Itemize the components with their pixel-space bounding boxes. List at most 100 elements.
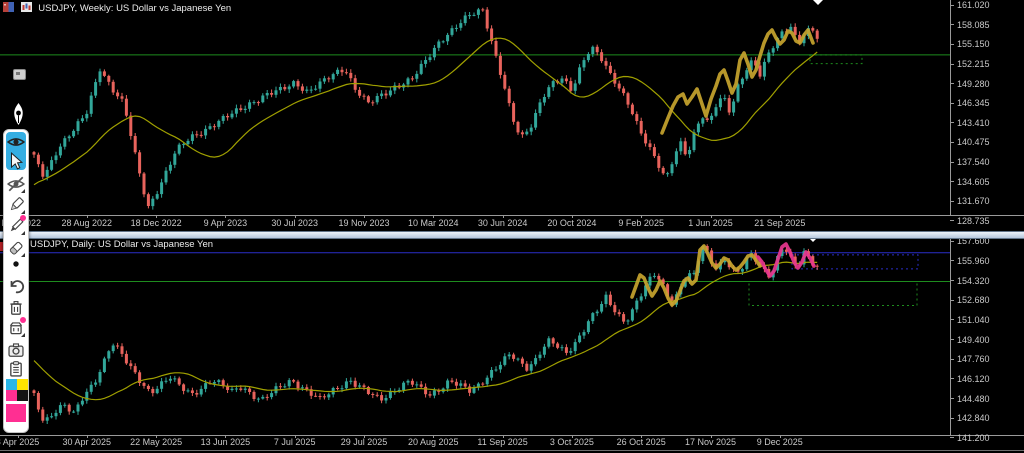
date-axis-label: 9 Apr 2023 bbox=[204, 218, 248, 228]
candlestick-series bbox=[33, 244, 819, 424]
price-axis-tick bbox=[950, 162, 954, 163]
selected-color-swatch[interactable] bbox=[6, 404, 26, 422]
color-swatch-black[interactable] bbox=[17, 390, 28, 401]
weekly-bottom-border bbox=[0, 215, 1024, 216]
date-axis-label: 22 May 2025 bbox=[130, 437, 182, 447]
price-axis-label: 147.760 bbox=[957, 354, 990, 364]
candlestick-icon bbox=[21, 2, 32, 15]
price-axis-tick bbox=[950, 437, 954, 438]
daily-axis-border bbox=[950, 237, 951, 435]
pen-annotation bbox=[632, 246, 760, 305]
price-axis-tick bbox=[950, 220, 954, 221]
price-axis-tick bbox=[950, 241, 954, 242]
price-axis-label: 149.400 bbox=[957, 335, 990, 345]
color-swatch-yellow[interactable] bbox=[17, 379, 28, 390]
daily-chart-canvas[interactable] bbox=[0, 237, 950, 435]
date-axis-label: 13 Jun 2025 bbox=[201, 437, 251, 447]
price-axis-tick bbox=[950, 24, 954, 25]
price-axis-tick bbox=[950, 260, 954, 261]
date-axis-label: 9 Dec 2025 bbox=[757, 437, 803, 447]
clear-color-dot bbox=[20, 317, 26, 323]
collapse-handle-icon[interactable] bbox=[13, 69, 26, 80]
date-axis-label: 1 Jun 2025 bbox=[688, 218, 733, 228]
price-axis-label: 134.605 bbox=[957, 177, 990, 187]
price-axis-tick bbox=[950, 5, 954, 6]
moving-average-line bbox=[34, 262, 817, 400]
price-axis-tick bbox=[950, 359, 954, 360]
price-axis-label: 146.120 bbox=[957, 374, 990, 384]
price-axis-label: 155.150 bbox=[957, 39, 990, 49]
date-axis-label: 20 Oct 2024 bbox=[547, 218, 596, 228]
price-axis-label: 146.345 bbox=[957, 98, 990, 108]
price-axis-label: 151.040 bbox=[957, 315, 990, 325]
eraser-tool-button[interactable] bbox=[7, 239, 25, 257]
submenu-indicator bbox=[21, 231, 25, 235]
date-axis-label: 19 Nov 2023 bbox=[338, 218, 389, 228]
eye-icon bbox=[7, 133, 25, 151]
price-axis-label: 149.280 bbox=[957, 79, 990, 89]
candlestick-series bbox=[33, 7, 819, 210]
price-axis-label: 152.680 bbox=[957, 295, 990, 305]
stroke-size-button[interactable] bbox=[7, 258, 25, 270]
pen-tool-button[interactable] bbox=[7, 217, 25, 235]
price-axis-tick bbox=[950, 319, 954, 320]
show-hide-button[interactable] bbox=[7, 133, 25, 151]
pen-color-dot bbox=[20, 215, 26, 221]
price-axis-label: 155.960 bbox=[957, 256, 990, 266]
date-axis-label: 30 Jul 2023 bbox=[271, 218, 318, 228]
highlighter-tool-button[interactable] bbox=[7, 196, 25, 214]
price-axis-label: 154.320 bbox=[957, 276, 990, 286]
submenu-indicator bbox=[21, 189, 25, 193]
cursor-tool-button[interactable] bbox=[7, 152, 25, 170]
submenu-indicator bbox=[21, 333, 25, 337]
price-axis-tick bbox=[950, 201, 954, 202]
annotation-toolbar bbox=[3, 129, 29, 433]
date-axis-label: 20 Aug 2025 bbox=[408, 437, 459, 447]
price-axis-label: 143.410 bbox=[957, 118, 990, 128]
date-axis-label: 28 Aug 2022 bbox=[62, 218, 113, 228]
price-axis-tick bbox=[950, 378, 954, 379]
trading-terminal: USDJPY, Weekly: US Dollar vs Japanese Ye… bbox=[0, 0, 1024, 453]
dashed-zone-box bbox=[810, 55, 862, 64]
pen-nib-launcher-icon[interactable] bbox=[10, 103, 27, 131]
window-bottom-edge bbox=[0, 450, 1024, 451]
date-axis-label: 30 Apr 2025 bbox=[63, 437, 112, 447]
date-axis-label: 3 Oct 2025 bbox=[550, 437, 594, 447]
clipboard-icon bbox=[7, 360, 25, 378]
price-axis-tick bbox=[950, 103, 954, 104]
weekly-axis-border bbox=[950, 0, 951, 215]
undo-button[interactable] bbox=[7, 277, 25, 295]
screenshot-button[interactable] bbox=[7, 341, 25, 359]
clipboard-button[interactable] bbox=[7, 360, 25, 378]
color-swatch-magenta[interactable] bbox=[6, 390, 17, 401]
delete-button[interactable] bbox=[7, 299, 25, 317]
price-axis-tick bbox=[950, 280, 954, 281]
date-axis-label: 9 Feb 2025 bbox=[618, 218, 664, 228]
price-axis-label: 141.200 bbox=[957, 433, 990, 443]
weekly-chart-canvas[interactable] bbox=[0, 0, 950, 215]
pen-annotation bbox=[662, 30, 813, 133]
price-axis-tick bbox=[950, 339, 954, 340]
date-axis-label: 29 Jul 2025 bbox=[341, 437, 388, 447]
submenu-indicator bbox=[21, 210, 25, 214]
price-axis-label: 137.540 bbox=[957, 157, 990, 167]
price-axis-label: 142.840 bbox=[957, 413, 990, 423]
hide-annotations-button[interactable] bbox=[7, 175, 25, 193]
trash-icon bbox=[7, 299, 25, 317]
daily-bottom-border bbox=[0, 435, 1024, 436]
price-axis-label: 131.670 bbox=[957, 196, 990, 206]
price-axis-tick bbox=[950, 83, 954, 84]
chart-splitter[interactable] bbox=[0, 231, 1024, 239]
color-swatch-cyan[interactable] bbox=[6, 379, 17, 390]
price-axis-label: 128.735 bbox=[957, 216, 990, 226]
daily-title-text: USDJPY, Daily: US Dollar vs Japanese Yen bbox=[30, 239, 213, 250]
date-axis-label: 30 Jun 2024 bbox=[478, 218, 528, 228]
price-axis-label: 158.085 bbox=[957, 20, 990, 30]
price-axis-label: 140.475 bbox=[957, 137, 990, 147]
camera-icon bbox=[7, 341, 25, 359]
clear-all-button[interactable] bbox=[7, 319, 25, 337]
price-axis-tick bbox=[950, 122, 954, 123]
price-axis-label: 161.020 bbox=[957, 0, 990, 10]
date-axis-label: 18 Dec 2022 bbox=[131, 218, 182, 228]
price-axis-tick bbox=[950, 398, 954, 399]
